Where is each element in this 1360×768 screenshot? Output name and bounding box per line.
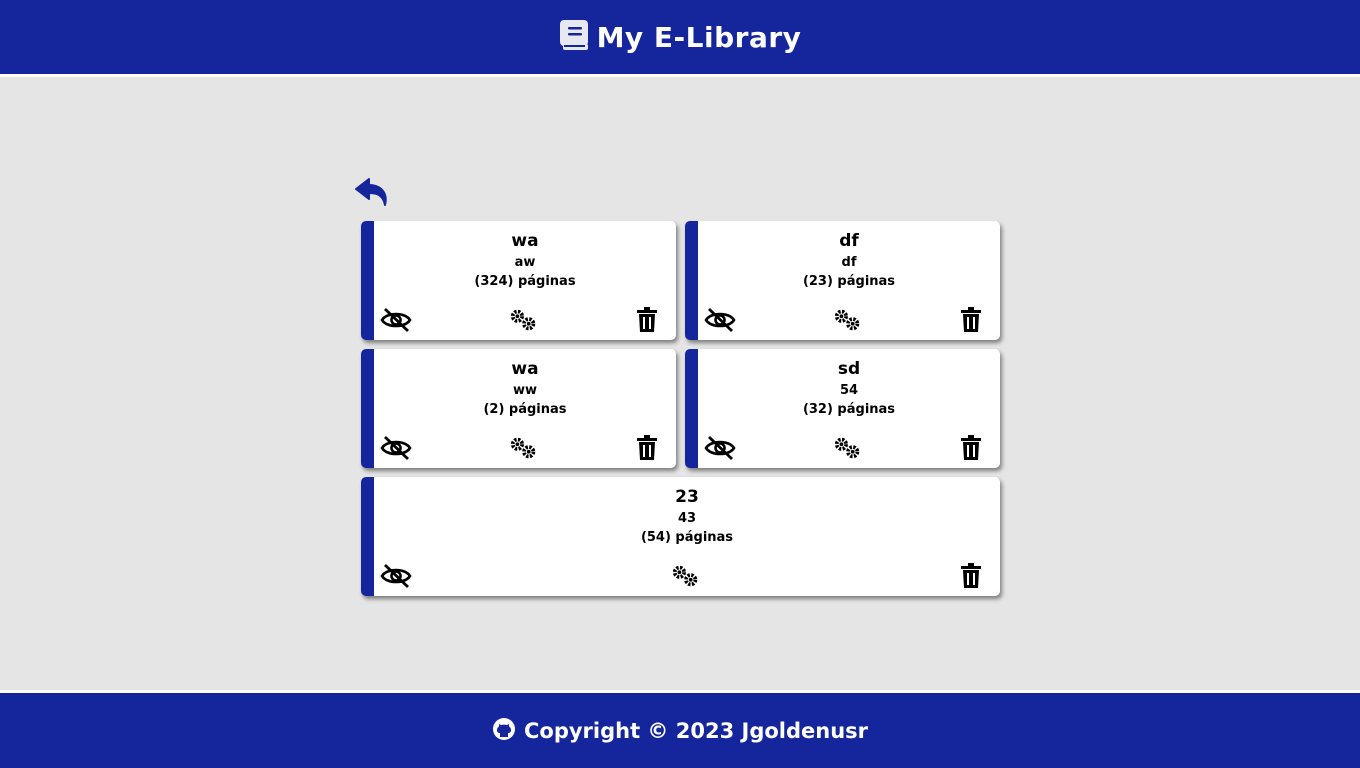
edit-button[interactable] <box>508 435 540 461</box>
back-button[interactable] <box>355 177 389 207</box>
github-icon <box>492 717 516 745</box>
footer-link[interactable]: Copyright © 2023 Jgoldenusr <box>492 717 868 745</box>
trash-icon <box>961 563 981 588</box>
trash-icon <box>637 435 657 460</box>
eye-slash-icon <box>380 435 412 461</box>
delete-button[interactable] <box>955 307 987 333</box>
book-pages: (32) páginas <box>802 402 896 417</box>
delete-button[interactable] <box>955 435 987 461</box>
eye-slash-icon <box>704 435 736 461</box>
edit-button[interactable] <box>508 307 540 333</box>
book-card: df df (23) páginas <box>685 221 1000 340</box>
gears-icon <box>834 437 860 459</box>
app-header: My E-Library <box>0 0 1360 74</box>
book-pages: (2) páginas <box>483 402 567 417</box>
reply-arrow-icon <box>355 178 387 206</box>
book-author: ww <box>512 383 538 398</box>
toggle-visibility-button[interactable] <box>380 307 412 333</box>
trash-icon <box>637 307 657 332</box>
toggle-visibility-button[interactable] <box>704 435 736 461</box>
book-pages: (324) páginas <box>474 274 576 289</box>
toggle-visibility-button[interactable] <box>380 435 412 461</box>
eye-slash-icon <box>380 563 412 589</box>
gears-icon <box>510 437 536 459</box>
book-title: wa <box>511 231 539 251</box>
delete-button[interactable] <box>631 307 663 333</box>
book-title: wa <box>511 359 539 379</box>
edit-button[interactable] <box>832 435 864 461</box>
book-card: 23 43 (54) páginas <box>361 477 1000 596</box>
delete-button[interactable] <box>631 435 663 461</box>
toggle-visibility-button[interactable] <box>380 563 412 589</box>
delete-button[interactable] <box>955 563 987 589</box>
app-footer: Copyright © 2023 Jgoldenusr <box>0 693 1360 768</box>
book-pages: (23) páginas <box>802 274 896 289</box>
book-pages: (54) páginas <box>640 530 734 545</box>
book-author: df <box>841 255 857 270</box>
book-icon <box>559 19 589 55</box>
gears-icon <box>834 309 860 331</box>
trash-icon <box>961 435 981 460</box>
copyright-text: Copyright © 2023 Jgoldenusr <box>523 718 869 743</box>
book-card: sd 54 (32) páginas <box>685 349 1000 468</box>
book-author: 54 <box>839 383 859 398</box>
edit-button[interactable] <box>670 563 702 589</box>
main-content: wa aw (324) páginas df df (23) páginas w… <box>0 77 1360 690</box>
toggle-visibility-button[interactable] <box>704 307 736 333</box>
trash-icon <box>961 307 981 332</box>
brand[interactable]: My E-Library <box>559 19 802 55</box>
app-title: My E-Library <box>596 20 802 54</box>
gears-icon <box>672 565 698 587</box>
book-title: df <box>839 231 859 251</box>
eye-slash-icon <box>380 307 412 333</box>
edit-button[interactable] <box>832 307 864 333</box>
book-author: aw <box>514 255 536 270</box>
eye-slash-icon <box>704 307 736 333</box>
book-card: wa aw (324) páginas <box>361 221 676 340</box>
book-title: 23 <box>675 487 699 507</box>
book-title: sd <box>837 359 861 379</box>
book-card: wa ww (2) páginas <box>361 349 676 468</box>
gears-icon <box>510 309 536 331</box>
book-author: 43 <box>677 511 697 526</box>
